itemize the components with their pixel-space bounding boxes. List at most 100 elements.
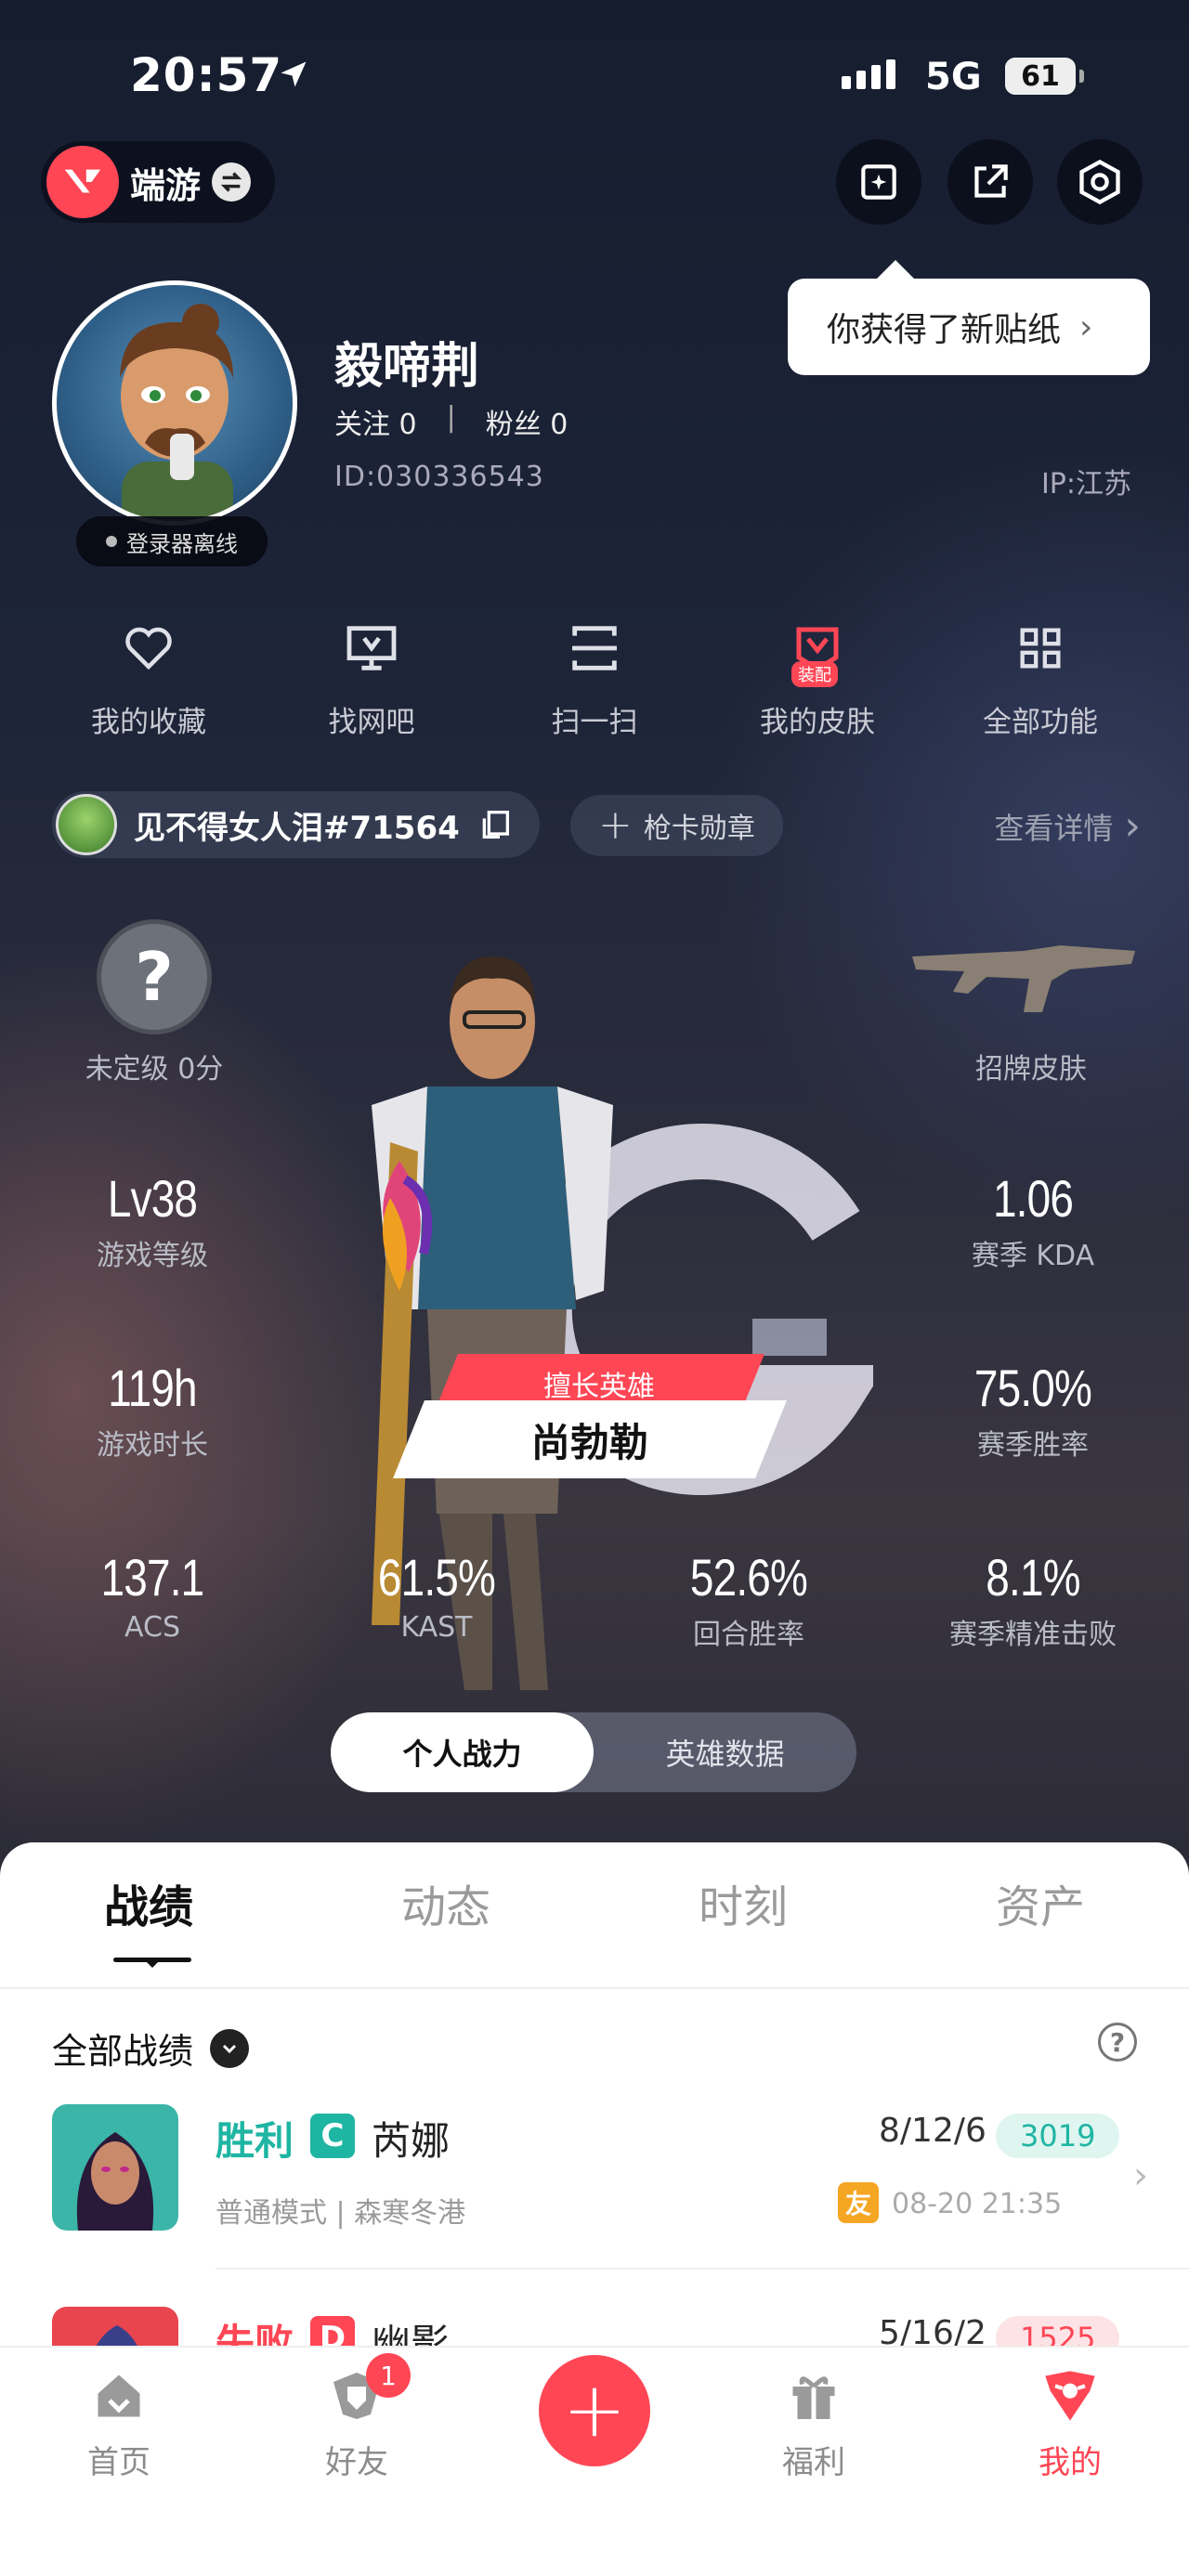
- nav-label: 首页: [87, 2444, 150, 2481]
- match-time: 08-20 21:35: [892, 2188, 1063, 2220]
- user-id: ID:030336543: [334, 461, 544, 493]
- follow-stats: 关注 0 | 粉丝 0: [334, 401, 568, 442]
- copy-icon[interactable]: [477, 806, 514, 843]
- stat-acs: 137.1 ACS: [32, 1547, 273, 1644]
- tab-records[interactable]: 战绩: [0, 1870, 297, 1935]
- action-scan[interactable]: 扫一扫: [483, 613, 706, 740]
- stat-value: 1.06: [992, 1169, 1074, 1228]
- active-tab-indicator: [113, 1958, 191, 1968]
- signal-icon: [842, 59, 895, 89]
- chevron-down-icon: [210, 2028, 250, 2068]
- player-card-avatar: [56, 794, 117, 855]
- match-result: 胜利: [216, 2118, 294, 2164]
- valorant-logo-icon: [46, 146, 119, 218]
- settings-icon[interactable]: [1057, 139, 1143, 225]
- action-my-skins[interactable]: 装配 我的皮肤: [706, 613, 929, 740]
- stat-label: ACS: [124, 1611, 180, 1644]
- help-icon[interactable]: ?: [1098, 2023, 1137, 2062]
- nav-friends[interactable]: 1 好友: [273, 2353, 440, 2482]
- card-medal-button[interactable]: + 枪卡勋章: [570, 795, 783, 856]
- nav-label: 我的: [1039, 2444, 1102, 2481]
- action-label: 我的收藏: [91, 706, 206, 739]
- plus-icon: +: [562, 2366, 627, 2454]
- follow-count: 0: [399, 409, 417, 441]
- signature-skin-label: 招牌皮肤: [975, 1053, 1087, 1086]
- card-medal-label: 枪卡勋章: [643, 813, 755, 845]
- match-row[interactable]: 胜利 C 芮娜 普通模式 | 森寒冬港 8/12/6 3019 友 08-20 …: [52, 2104, 1189, 2270]
- match-mode-map: 普通模式 | 森寒冬港: [216, 2197, 466, 2230]
- action-label: 找网吧: [328, 706, 415, 739]
- nav-profile[interactable]: 我的: [986, 2366, 1154, 2482]
- action-label: 扫一扫: [551, 706, 638, 739]
- stat-value: 8.1%: [986, 1548, 1080, 1607]
- friends-notification-badge: 1: [366, 2353, 411, 2398]
- chevron-right-icon: ›: [1133, 2154, 1148, 2197]
- action-internet-cafe[interactable]: 找网吧: [260, 613, 483, 740]
- nav-label: 福利: [782, 2444, 845, 2481]
- stat-value: Lv38: [107, 1169, 198, 1228]
- fans-link[interactable]: 粉丝 0: [486, 401, 568, 442]
- stat-label: 赛季 KDA: [971, 1240, 1095, 1272]
- equip-badge: 装配: [791, 661, 838, 687]
- chevron-right-icon: ›: [1124, 802, 1141, 850]
- friends-icon: 1: [327, 2353, 411, 2426]
- stat-value: 75.0%: [973, 1359, 1092, 1417]
- rank-label: 未定级 0分: [85, 1053, 224, 1086]
- rifle-skin-icon[interactable]: [912, 938, 1135, 1012]
- stat-value: 61.5%: [377, 1548, 496, 1607]
- skin-icon: 装配: [782, 613, 853, 687]
- tab-assets[interactable]: 资产: [892, 1870, 1189, 1935]
- stat-label: KAST: [400, 1611, 473, 1644]
- records-filter-dropdown[interactable]: 全部战绩: [52, 2023, 250, 2074]
- stat-label: 赛季胜率: [977, 1429, 1089, 1462]
- riot-id: 见不得女人泪#71564: [134, 809, 460, 847]
- profile-tabs: 战绩 动态 时刻 资产: [0, 1870, 1189, 1935]
- nav-welfare[interactable]: 福利: [730, 2366, 897, 2482]
- monitor-icon: [336, 613, 407, 683]
- riot-id-pill[interactable]: 见不得女人泪#71564: [52, 791, 540, 858]
- avatar[interactable]: [52, 280, 297, 526]
- follow-separator: |: [446, 401, 456, 434]
- follow-link[interactable]: 关注 0: [334, 401, 417, 442]
- share-icon[interactable]: [947, 139, 1033, 225]
- agent-reyna-avatar: [52, 2104, 178, 2231]
- action-label: 我的皮肤: [760, 706, 875, 739]
- new-sticker-tooltip[interactable]: 你获得了新贴纸 ›: [788, 260, 1150, 375]
- chevron-right-icon: ›: [1079, 307, 1093, 346]
- rank-icon[interactable]: ?: [97, 919, 212, 1034]
- action-label: 全部功能: [983, 706, 1098, 739]
- stat-kda: 1.06 赛季 KDA: [912, 1168, 1154, 1273]
- segment-personal-power[interactable]: 个人战力: [331, 1712, 594, 1792]
- tab-feed[interactable]: 动态: [297, 1870, 594, 1935]
- quick-actions: 我的收藏 找网吧 扫一扫 装配 我的皮肤 全部功能: [37, 613, 1152, 740]
- create-post-button[interactable]: +: [539, 2355, 650, 2466]
- scan-icon: [559, 613, 630, 683]
- sticker-icon[interactable]: [836, 139, 921, 225]
- friend-badge: 友: [838, 2182, 879, 2223]
- segment-agent-data[interactable]: 英雄数据: [594, 1712, 856, 1792]
- match-agent-name: 芮娜: [372, 2118, 451, 2164]
- stats-segment-control: 个人战力 英雄数据: [331, 1712, 856, 1792]
- tooltip-text: 你获得了新贴纸: [827, 311, 1062, 349]
- nav-home[interactable]: 首页: [35, 2366, 203, 2482]
- plus-icon: +: [598, 801, 633, 849]
- tabs-divider: [0, 1987, 1189, 1989]
- tab-moments[interactable]: 时刻: [594, 1870, 892, 1935]
- battery-level: 61: [1021, 59, 1060, 93]
- status-time: 20:57: [130, 48, 283, 102]
- view-details-link[interactable]: 查看详情 ›: [994, 802, 1141, 850]
- app-name: 端游: [130, 164, 202, 206]
- stat-value: 137.1: [100, 1548, 205, 1607]
- app-switcher[interactable]: 端游: [41, 141, 276, 223]
- client-status-text: 登录器离线: [126, 530, 238, 557]
- main-agent-card[interactable]: 尚勃勒: [393, 1400, 787, 1478]
- filter-label: 全部战绩: [52, 2031, 194, 2072]
- stat-level: Lv38 游戏等级: [32, 1168, 273, 1273]
- follow-label: 关注: [334, 409, 390, 441]
- nickname: 毅啼荆: [334, 339, 480, 395]
- action-all-features[interactable]: 全部功能: [929, 613, 1152, 740]
- action-favorites[interactable]: 我的收藏: [37, 613, 260, 740]
- battery-icon: 61: [1005, 58, 1084, 95]
- ip-location: IP:江苏: [1040, 468, 1131, 501]
- nav-label: 好友: [325, 2444, 388, 2481]
